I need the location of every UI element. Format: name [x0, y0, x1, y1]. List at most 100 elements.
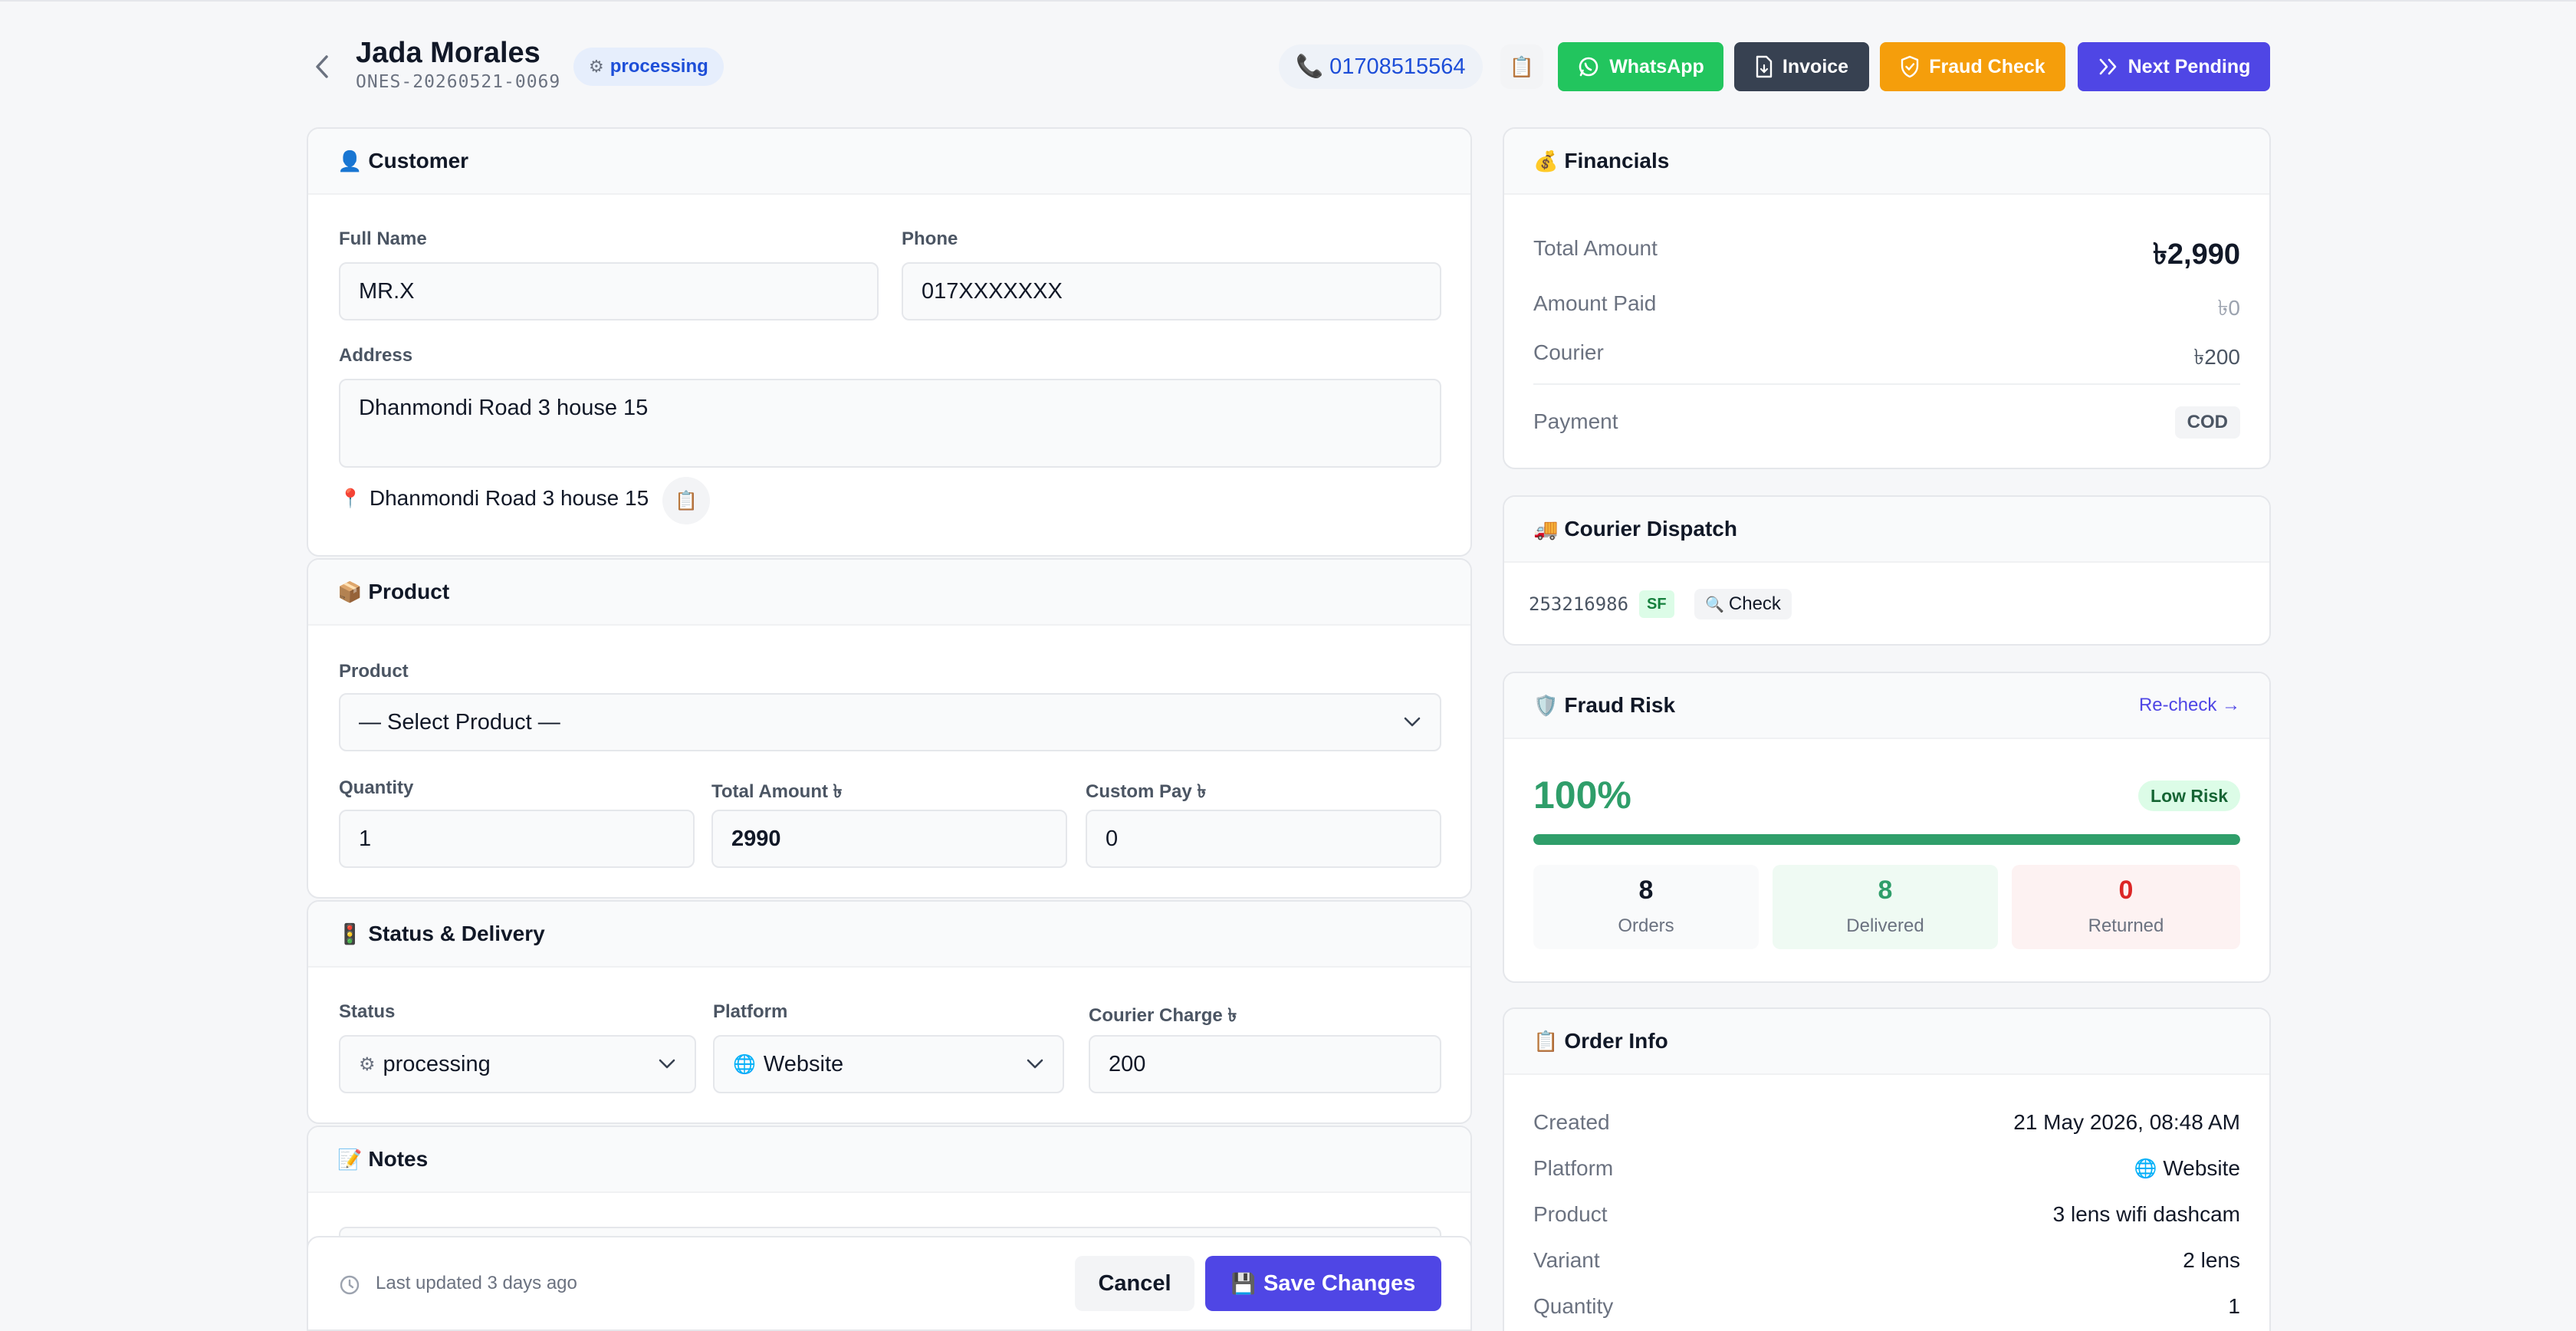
whatsapp-button[interactable]: WhatsApp [1558, 42, 1723, 91]
carrier-badge: SF [1639, 590, 1674, 618]
amount-paid-value: ৳0 [2217, 296, 2240, 320]
full-name-field[interactable]: MR.X [339, 262, 879, 320]
risk-badge: Low Risk [2138, 781, 2240, 811]
save-changes-button[interactable]: 💾 Save Changes [1205, 1256, 1441, 1311]
product-select[interactable]: — Select Product — [339, 693, 1441, 751]
tracking-id: 253216986 [1529, 593, 1629, 615]
location-text: Dhanmondi Road 3 house 15 [369, 486, 649, 510]
courier-charge-field[interactable]: 200 [1089, 1035, 1441, 1093]
order-number: ONES-20260521-0069 [356, 72, 561, 92]
customer-card: 👤 Customer Full Name MR.X Phone 017XXXXX… [307, 127, 1472, 557]
created-value: 21 May 2026, 08:48 AM [2013, 1110, 2240, 1134]
success-progress-bar [1533, 834, 2240, 845]
chevron-down-icon [1404, 717, 1421, 727]
check-tracking-button[interactable]: 🔍 Check [1694, 589, 1792, 619]
returned-stat: 0 Returned [2012, 865, 2240, 949]
full-name-label: Full Name [339, 228, 427, 249]
payment-badge: COD [2174, 406, 2240, 439]
product-card-header: 📦 Product [308, 560, 1470, 626]
phone-label: Phone [902, 228, 958, 249]
check-tracking-label: Check [1728, 593, 1781, 614]
cancel-button[interactable]: Cancel [1075, 1256, 1194, 1311]
quantity-label: Quantity [339, 777, 414, 798]
returned-label: Returned [2088, 915, 2164, 936]
back-button[interactable] [307, 49, 337, 84]
clipboard-icon: 📋 [675, 490, 698, 511]
recheck-link[interactable]: Re-check → [2139, 695, 2240, 716]
fraud-risk-card-title: Fraud Risk [1564, 693, 1676, 717]
chevron-down-icon [1027, 1059, 1043, 1069]
magnifier-icon: 🔍 [1705, 596, 1724, 613]
total-amount-row-label: Total Amount [1533, 236, 1658, 260]
variant-label: Variant [1533, 1248, 1600, 1272]
phone-link[interactable]: 📞 01708515564 [1279, 44, 1483, 89]
gear-icon: ⚙ [359, 1053, 376, 1075]
copy-address-button[interactable]: 📋 [662, 477, 710, 524]
notes-card-title: Notes [368, 1147, 429, 1171]
shield-icon [1901, 55, 1919, 78]
platform-label: Platform [713, 1001, 788, 1022]
status-badge: ⚙ processing [573, 48, 724, 86]
custom-pay-label: Custom Pay ৳ [1086, 781, 1207, 802]
top-border [0, 0, 2576, 2]
phone-icon: 📞 [1296, 54, 1324, 79]
financials-card-title: Financials [1564, 149, 1670, 173]
customer-card-header: 👤 Customer [308, 129, 1470, 195]
clock-icon [340, 1275, 360, 1295]
floppy-disk-icon: 💾 [1230, 1271, 1257, 1295]
total-amount-field[interactable]: 2990 [711, 810, 1067, 868]
orders-label: Orders [1618, 915, 1674, 936]
fraud-check-button[interactable]: Fraud Check [1880, 42, 2065, 91]
next-pending-button[interactable]: Next Pending [2078, 42, 2270, 91]
variant-value: 2 lens [2183, 1248, 2240, 1272]
quantity-field[interactable]: 1 [339, 810, 695, 868]
financials-card-header: 💰 Financials [1504, 129, 2269, 195]
returned-count: 0 [2118, 876, 2134, 905]
amount-paid-label: Amount Paid [1533, 291, 1657, 315]
fraud-risk-card: 🛡️ Fraud Risk Re-check → 100% Low Risk 8… [1503, 672, 2271, 983]
order-platform-text: Website [2163, 1156, 2240, 1180]
footer-bar: Last updated 3 days ago Cancel 💾 Save Ch… [307, 1236, 1472, 1331]
order-info-card-header: 📋 Order Info [1504, 1009, 2269, 1075]
copy-button[interactable]: 📋 [1500, 44, 1543, 89]
clipboard-icon: 📋 [1509, 54, 1535, 78]
traffic-light-icon: 🚦 [337, 922, 363, 945]
product-select-value: — Select Product — [359, 709, 560, 735]
whatsapp-icon [1579, 57, 1598, 77]
delivered-label: Delivered [1846, 915, 1924, 936]
money-bag-icon: 💰 [1533, 149, 1559, 173]
save-changes-button-label: Save Changes [1263, 1270, 1416, 1296]
financials-card: 💰 Financials Total Amount ৳2,990 Amount … [1503, 127, 2271, 469]
status-select[interactable]: ⚙ processing [339, 1035, 696, 1093]
invoice-button-label: Invoice [1782, 55, 1849, 77]
orders-count: 8 [1638, 876, 1654, 905]
divider [1533, 383, 2240, 385]
courier-dispatch-card: 🚚 Courier Dispatch 253216986 SF 🔍 Check [1503, 495, 2271, 646]
gear-icon: ⚙ [589, 57, 604, 76]
delivery-truck-icon: 🚚 [1533, 517, 1559, 541]
shield-icon: 🛡️ [1533, 693, 1559, 717]
address-label: Address [339, 345, 413, 366]
delivered-count: 8 [1878, 876, 1893, 905]
order-info-card: 📋 Order Info Created 21 May 2026, 08:48 … [1503, 1007, 2271, 1331]
custom-pay-field[interactable]: 0 [1086, 810, 1441, 868]
page-header: Jada Morales ONES-20260521-0069 ⚙ proces… [307, 34, 2271, 100]
order-platform-value: 🌐 Website [2134, 1156, 2240, 1181]
order-info-card-title: Order Info [1564, 1029, 1668, 1053]
status-delivery-card-title: Status & Delivery [368, 922, 545, 945]
order-product-value: 3 lens wifi dashcam [2052, 1202, 2240, 1226]
platform-select[interactable]: 🌐 Website [713, 1035, 1064, 1093]
location-line: 📍 Dhanmondi Road 3 house 15 [339, 486, 649, 511]
chevron-down-icon [659, 1059, 675, 1069]
platform-select-value: Website [763, 1051, 844, 1076]
address-field[interactable]: Dhanmondi Road 3 house 15 [339, 379, 1441, 468]
phone-field[interactable]: 017XXXXXXX [902, 262, 1441, 320]
memo-icon: 📝 [337, 1147, 363, 1171]
invoice-button[interactable]: Invoice [1734, 42, 1869, 91]
courier-dispatch-card-header: 🚚 Courier Dispatch [1504, 497, 2269, 563]
status-delivery-card: 🚦 Status & Delivery Status ⚙ processing … [307, 900, 1472, 1124]
phone-number: 01708515564 [1329, 54, 1466, 79]
status-badge-label: processing [610, 56, 708, 77]
page-title: Jada Morales [356, 37, 540, 69]
customer-card-title: Customer [368, 149, 469, 173]
